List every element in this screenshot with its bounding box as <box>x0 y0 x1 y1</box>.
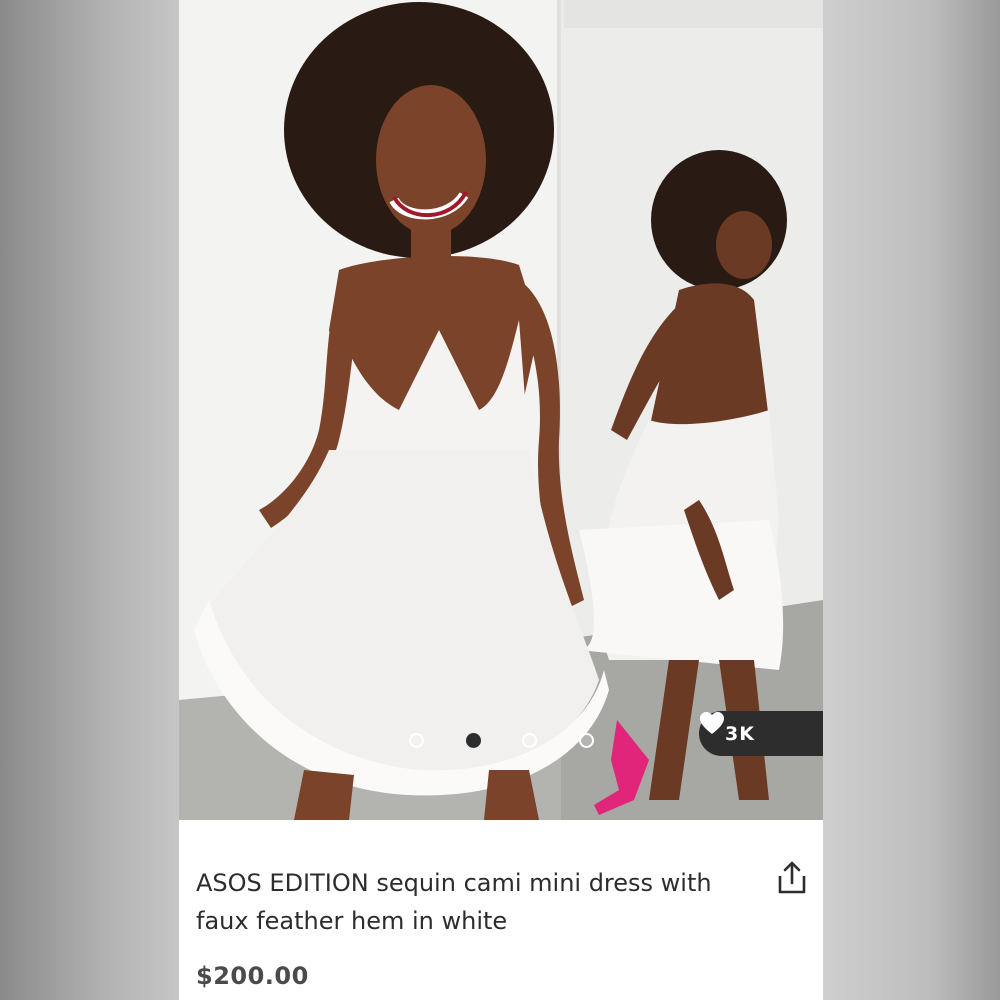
backdrop-left <box>0 0 179 1000</box>
saves-count: 3K <box>725 722 755 745</box>
product-details: ASOS EDITION sequin cami mini dress with… <box>179 820 823 1000</box>
share-button[interactable] <box>774 860 810 896</box>
carousel-dot-4[interactable] <box>578 732 594 748</box>
carousel-dot-3[interactable] <box>522 732 538 748</box>
product-image[interactable]: 3K <box>179 0 823 820</box>
product-title: ASOS EDITION sequin cami mini dress with… <box>196 869 712 935</box>
product-card: 3K ASOS EDITION sequin cami mini dress w… <box>179 0 823 1000</box>
carousel-dot-2[interactable] <box>465 732 481 748</box>
backdrop-right <box>823 0 1000 1000</box>
carousel-dot-1[interactable] <box>409 732 424 748</box>
heart-icon <box>700 712 794 746</box>
share-icon <box>778 861 806 894</box>
save-for-later-button[interactable]: 3K <box>699 711 823 756</box>
product-price: $200.00 <box>196 962 309 990</box>
carousel-dots <box>409 729 594 751</box>
product-photo-illustration <box>179 0 823 820</box>
